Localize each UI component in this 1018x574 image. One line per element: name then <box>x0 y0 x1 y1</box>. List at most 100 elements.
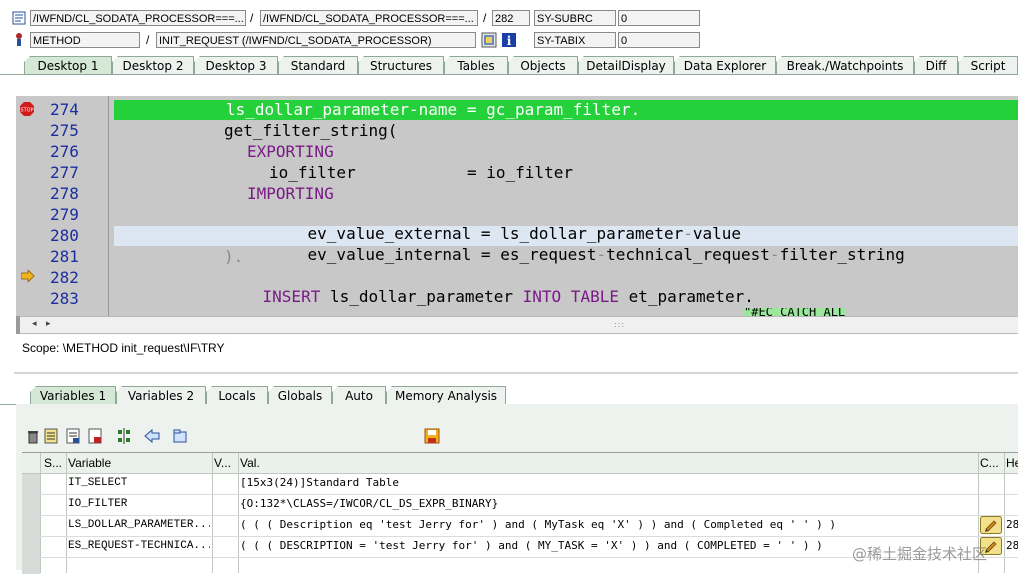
tab-desktop-1[interactable]: Desktop 1 <box>24 56 112 74</box>
tab-detaildisplay[interactable]: DetailDisplay <box>578 56 674 74</box>
code-line: io_filter <box>269 163 356 182</box>
separator-slash: / <box>483 11 487 25</box>
editor-left-margin-bar <box>16 316 20 334</box>
line-number: 279 <box>50 205 79 224</box>
include-field[interactable]: /IWFND/CL_SODATA_PROCESSOR===... <box>260 10 478 26</box>
tab-standard[interactable]: Standard <box>278 56 358 74</box>
sysvar-name-field[interactable]: SY-SUBRC <box>534 10 616 26</box>
edit-pencil-icon[interactable] <box>980 516 1002 534</box>
desktop-tabbar: Desktop 1 Desktop 2 Desktop 3 Standard S… <box>0 56 1018 75</box>
editor-gutter: STOP <box>16 96 40 316</box>
variable-value-cell[interactable]: [15x3(24)]Standard Table <box>240 473 976 493</box>
svg-text:STOP: STOP <box>20 108 33 114</box>
variable-value-cell[interactable]: {O:132*\CLASS=/IWCOR/CL_DS_EXPR_BINARY} <box>240 494 976 514</box>
code-token: INTO TABLE <box>522 287 619 306</box>
column-header-change[interactable]: C... <box>980 453 1002 473</box>
svg-text:i: i <box>507 34 512 48</box>
list-icon[interactable] <box>44 428 60 444</box>
tab-variables-1[interactable]: Variables 1 <box>30 386 116 404</box>
info-icon[interactable]: i <box>501 32 517 48</box>
code-cutoff-comment: "#EC CATCH_ALL <box>744 308 846 316</box>
code-line: EXPORTING <box>247 142 334 161</box>
event-field[interactable]: INIT_REQUEST (/IWFND/CL_SODATA_PROCESSOR… <box>156 32 476 48</box>
code-line: ls_dollar_parameter-name = gc_param_filt… <box>226 100 641 119</box>
tab-desktop-2[interactable]: Desktop 2 <box>112 56 194 74</box>
watermark: @稀土掘金技术社区 <box>852 545 988 563</box>
tab-memory-analysis[interactable]: Memory Analysis <box>386 386 506 404</box>
line-number: 274 <box>50 100 79 119</box>
panel-divider <box>14 372 1018 374</box>
variable-name-cell[interactable]: IT_SELECT <box>68 473 210 493</box>
code-token: - <box>769 245 780 264</box>
scroll-left-icon[interactable]: ◂ <box>32 319 37 329</box>
code-line: ). <box>224 247 244 266</box>
tab-diff[interactable]: Diff <box>914 56 958 74</box>
tab-auto[interactable]: Auto <box>332 386 386 404</box>
hex-cell: 28 <box>1006 539 1018 552</box>
event-type-field[interactable]: METHOD <box>30 32 140 48</box>
details-icon[interactable] <box>66 428 82 444</box>
code-token: INSERT <box>262 287 321 306</box>
line-number: 281 <box>50 247 79 266</box>
navigate-icon[interactable] <box>144 428 160 444</box>
edit-source-icon[interactable] <box>481 32 497 48</box>
tab-breakpoints-watchpoints[interactable]: Break./Watchpoints <box>776 56 914 74</box>
column-header-value-type[interactable]: V... <box>214 453 238 473</box>
stop-breakpoint-icon[interactable]: STOP <box>20 102 36 118</box>
sysvar-value-field[interactable]: 0 <box>618 10 700 26</box>
editor-scrollbar[interactable]: ◂ ▸ ::: <box>16 316 1018 334</box>
line-number: 276 <box>50 142 79 161</box>
column-header-hex[interactable]: He <box>1006 453 1018 473</box>
variable-value-cell[interactable]: ( ( ( Description eq 'test Jerry for' ) … <box>240 515 976 535</box>
separator-slash: / <box>146 33 150 47</box>
variable-name-cell[interactable]: ES_REQUEST-TECHNICA... <box>68 536 210 556</box>
hex-cell: 28 <box>1006 518 1018 531</box>
tab-tables[interactable]: Tables <box>444 56 508 74</box>
variable-name-cell[interactable]: IO_FILTER <box>68 494 210 514</box>
save-icon[interactable] <box>424 428 440 444</box>
tab-objects[interactable]: Objects <box>508 56 578 74</box>
code-line: = io_filter <box>467 163 573 182</box>
code-token: - <box>596 245 607 264</box>
code-line: IMPORTING <box>247 184 334 203</box>
tab-data-explorer[interactable]: Data Explorer <box>674 56 776 74</box>
sysvar-name-field[interactable]: SY-TABIX <box>534 32 616 48</box>
table-export-icon[interactable] <box>88 428 104 444</box>
tab-script[interactable]: Script <box>958 56 1018 74</box>
separator-slash: / <box>250 11 254 25</box>
code-token: ls_dollar_parameter <box>329 287 513 306</box>
line-numbers: 274 275 276 277 278 279 280 281 282 283 <box>40 96 100 316</box>
sysvar-value-field[interactable]: 0 <box>618 32 700 48</box>
editor-vertical-rule <box>108 96 109 316</box>
line-number: 282 <box>50 268 79 287</box>
variables-tabbar: Variables 1 Variables 2 Locals Globals A… <box>0 386 1018 405</box>
program-field[interactable]: /IWFND/CL_SODATA_PROCESSOR===... <box>30 10 246 26</box>
hierarchy-icon[interactable] <box>116 428 132 444</box>
tab-variables-2[interactable]: Variables 2 <box>116 386 206 404</box>
tab-locals[interactable]: Locals <box>206 386 268 404</box>
tab-globals[interactable]: Globals <box>268 386 332 404</box>
column-header-status[interactable]: S... <box>44 453 66 473</box>
current-statement-arrow-icon <box>20 269 37 286</box>
tab-structures[interactable]: Structures <box>358 56 444 74</box>
line-number: 275 <box>50 121 79 140</box>
line-number: 277 <box>50 163 79 182</box>
variable-name-cell[interactable]: LS_DOLLAR_PARAMETER... <box>68 515 210 535</box>
source-code-editor[interactable]: STOP 274 275 276 277 278 279 280 281 282… <box>16 96 1018 316</box>
column-header-variable[interactable]: Variable <box>68 453 208 473</box>
code-token: ev_value_internal = es_request <box>307 245 597 264</box>
code-token: technical_request <box>606 245 770 264</box>
code-line: get_filter_string( <box>224 121 398 140</box>
line-number: 283 <box>50 289 79 308</box>
splitter-grip-icon[interactable]: ::: <box>614 320 625 329</box>
column-header-value[interactable]: Val. <box>240 453 540 473</box>
delete-icon[interactable] <box>26 428 42 444</box>
program-icon <box>12 11 28 27</box>
code-line: INSERT ls_dollar_parameter INTO TABLE et… <box>224 268 754 316</box>
scroll-right-icon[interactable]: ▸ <box>46 319 51 329</box>
line-number: 278 <box>50 184 79 203</box>
tab-desktop-3[interactable]: Desktop 3 <box>194 56 278 74</box>
open-folder-icon[interactable] <box>172 428 188 444</box>
code-token: et_parameter. <box>628 287 754 306</box>
line-number-field[interactable]: 282 <box>492 10 530 26</box>
